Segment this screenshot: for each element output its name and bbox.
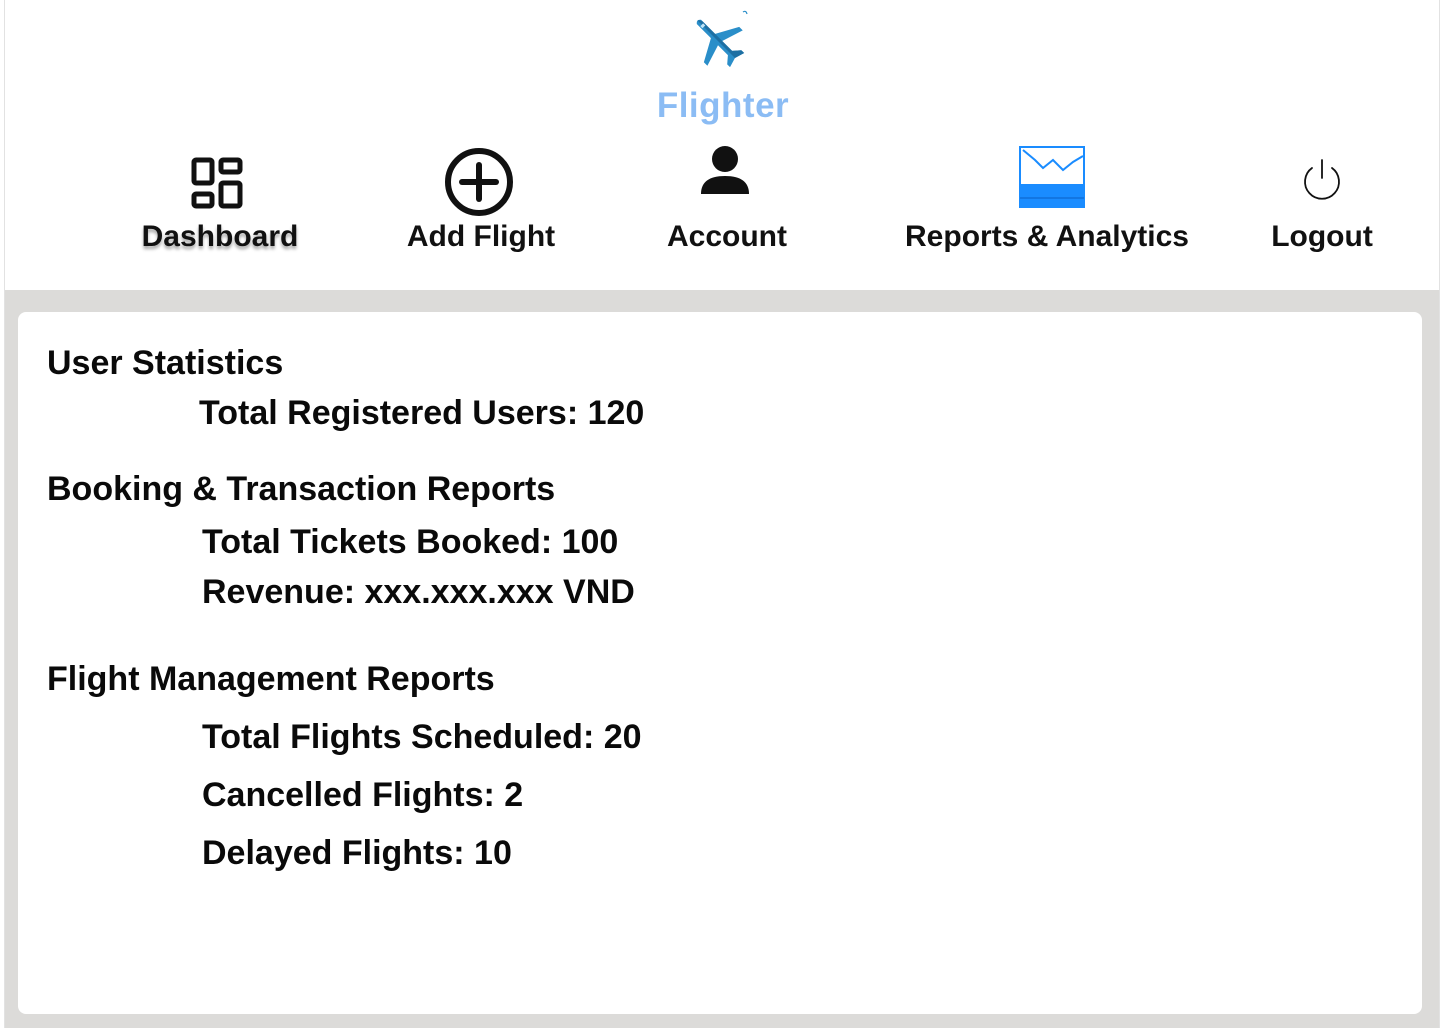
report-panel: User Statistics Total Registered Users: … [18, 312, 1422, 1014]
stat-flights-cancelled: Cancelled Flights: 2 [202, 776, 524, 814]
stat-flights-scheduled: Total Flights Scheduled: 20 [202, 718, 642, 756]
section-user-statistics: User Statistics [47, 344, 284, 382]
content-area: User Statistics Total Registered Users: … [5, 290, 1439, 1028]
nav-account-label: Account [667, 220, 787, 253]
nav-logout-label: Logout [1271, 220, 1373, 253]
brand-name: Flighter [656, 86, 790, 125]
nav-add-flight[interactable]: Add Flight [391, 140, 571, 270]
airplane-icon [696, 10, 748, 68]
app-window: Flighter Dashboard Add Flight Account Re… [4, 0, 1440, 1028]
nav-reports-label: Reports & Analytics [905, 220, 1189, 253]
nav-dashboard[interactable]: Dashboard [127, 140, 313, 270]
section-booking-transactions: Booking & Transaction Reports [47, 470, 556, 508]
stat-total-tickets: Total Tickets Booked: 100 [202, 523, 619, 561]
nav-account[interactable]: Account [653, 140, 801, 270]
power-icon [1304, 159, 1340, 200]
nav-dashboard-label: Dashboard [141, 220, 299, 253]
user-icon [701, 146, 749, 194]
nav-logout[interactable]: Logout [1257, 140, 1387, 270]
nav-reports-analytics[interactable]: Reports & Analytics [887, 140, 1207, 270]
stat-flights-delayed: Delayed Flights: 10 [202, 834, 512, 872]
top-header: Flighter Dashboard Add Flight Account Re… [5, 0, 1439, 290]
dashboard-grid-icon [191, 157, 243, 209]
stat-revenue: Revenue: xxx.xxx.xxx VND [202, 573, 635, 611]
section-flight-management: Flight Management Reports [47, 660, 495, 698]
nav-add-flight-label: Add Flight [406, 220, 556, 253]
plus-circle-icon [445, 148, 513, 216]
analytics-chart-icon [1019, 146, 1085, 208]
stat-total-users: Total Registered Users: 120 [199, 394, 645, 432]
